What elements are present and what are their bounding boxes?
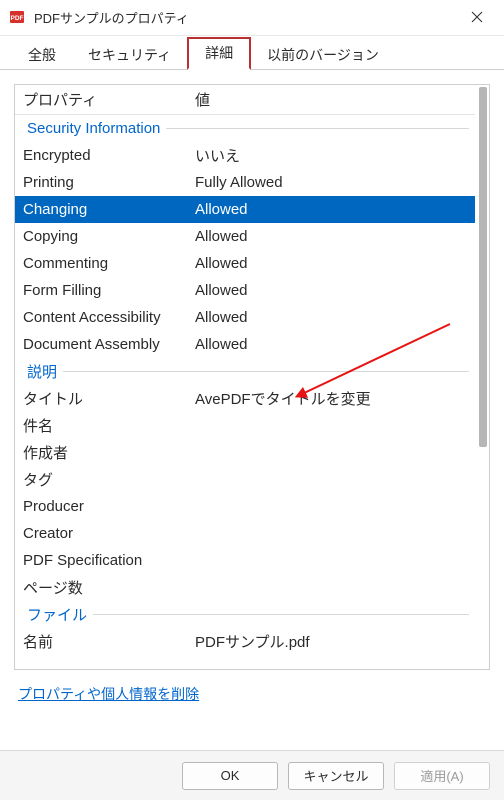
- section-description: 説明: [15, 358, 475, 385]
- tab-general[interactable]: 全般: [12, 41, 72, 70]
- window-title: PDFサンプルのプロパティ: [34, 8, 454, 27]
- row-document-assembly[interactable]: Document Assembly Allowed: [15, 331, 475, 358]
- tab-previous-versions[interactable]: 以前のバージョン: [251, 41, 395, 70]
- label-copying: Copying: [23, 228, 195, 245]
- scrollbar-thumb[interactable]: [479, 87, 487, 447]
- row-creator[interactable]: Creator: [15, 520, 475, 547]
- svg-text:PDF: PDF: [11, 15, 24, 22]
- value-copying: Allowed: [195, 228, 475, 245]
- close-icon: [471, 10, 483, 26]
- tab-details[interactable]: 詳細: [187, 37, 251, 70]
- section-line: [93, 614, 469, 615]
- row-commenting[interactable]: Commenting Allowed: [15, 250, 475, 277]
- cancel-button[interactable]: キャンセル: [288, 762, 384, 790]
- scrollbar[interactable]: [477, 87, 487, 667]
- value-title: AvePDFでタイトルを変更: [195, 388, 475, 409]
- section-file: ファイル: [15, 601, 475, 628]
- row-form-filling[interactable]: Form Filling Allowed: [15, 277, 475, 304]
- label-printing: Printing: [23, 174, 195, 191]
- pdf-file-icon: PDF: [8, 9, 26, 27]
- header-value: 値: [195, 89, 475, 110]
- label-content-accessibility: Content Accessibility: [23, 309, 195, 326]
- value-commenting: Allowed: [195, 255, 475, 272]
- row-title[interactable]: タイトル AvePDFでタイトルを変更: [15, 385, 475, 412]
- dialog-footer: OK キャンセル 適用(A): [0, 750, 504, 800]
- row-producer[interactable]: Producer: [15, 493, 475, 520]
- section-description-label: 説明: [27, 361, 57, 382]
- row-printing[interactable]: Printing Fully Allowed: [15, 169, 475, 196]
- label-commenting: Commenting: [23, 255, 195, 272]
- label-document-assembly: Document Assembly: [23, 336, 195, 353]
- label-subject: 件名: [23, 415, 195, 436]
- properties-scroll: プロパティ 値 Security Information Encrypted い…: [15, 85, 489, 669]
- apply-button: 適用(A): [394, 762, 490, 790]
- row-changing[interactable]: Changing Allowed: [15, 196, 475, 223]
- column-headers: プロパティ 値: [15, 85, 475, 115]
- value-file-name: PDFサンプル.pdf: [195, 631, 475, 652]
- section-line: [166, 128, 469, 129]
- label-author: 作成者: [23, 442, 195, 463]
- row-subject[interactable]: 件名: [15, 412, 475, 439]
- row-tags[interactable]: タグ: [15, 466, 475, 493]
- label-creator: Creator: [23, 525, 195, 542]
- row-file-name[interactable]: 名前 PDFサンプル.pdf: [15, 628, 475, 655]
- label-pdf-specification: PDF Specification: [23, 552, 195, 569]
- close-button[interactable]: [454, 2, 500, 34]
- section-security-info-label: Security Information: [27, 120, 160, 137]
- remove-properties-link[interactable]: プロパティや個人情報を削除: [18, 686, 199, 702]
- value-document-assembly: Allowed: [195, 336, 475, 353]
- row-encrypted[interactable]: Encrypted いいえ: [15, 142, 475, 169]
- body-area: プロパティ 値 Security Information Encrypted い…: [0, 70, 504, 714]
- row-copying[interactable]: Copying Allowed: [15, 223, 475, 250]
- label-title: タイトル: [23, 388, 195, 409]
- titlebar: PDF PDFサンプルのプロパティ: [0, 0, 504, 36]
- label-encrypted: Encrypted: [23, 147, 195, 164]
- label-pages: ページ数: [23, 577, 195, 598]
- section-line: [63, 371, 469, 372]
- properties-panel: プロパティ 値 Security Information Encrypted い…: [14, 84, 490, 670]
- label-tags: タグ: [23, 469, 195, 490]
- row-content-accessibility[interactable]: Content Accessibility Allowed: [15, 304, 475, 331]
- ok-button[interactable]: OK: [182, 762, 278, 790]
- header-property: プロパティ: [23, 89, 195, 110]
- section-security-info: Security Information: [15, 115, 475, 142]
- tab-security[interactable]: セキュリティ: [72, 41, 187, 70]
- value-content-accessibility: Allowed: [195, 309, 475, 326]
- value-changing: Allowed: [195, 201, 475, 218]
- label-producer: Producer: [23, 498, 195, 515]
- label-file-name: 名前: [23, 631, 195, 652]
- tab-strip: 全般 セキュリティ 詳細 以前のバージョン: [0, 36, 504, 70]
- value-encrypted: いいえ: [195, 145, 475, 166]
- row-pdf-specification[interactable]: PDF Specification: [15, 547, 475, 574]
- label-changing: Changing: [23, 201, 195, 218]
- value-printing: Fully Allowed: [195, 174, 475, 191]
- row-pages[interactable]: ページ数: [15, 574, 475, 601]
- value-form-filling: Allowed: [195, 282, 475, 299]
- link-row: プロパティや個人情報を削除: [14, 670, 490, 714]
- row-author[interactable]: 作成者: [15, 439, 475, 466]
- section-file-label: ファイル: [27, 604, 87, 625]
- label-form-filling: Form Filling: [23, 282, 195, 299]
